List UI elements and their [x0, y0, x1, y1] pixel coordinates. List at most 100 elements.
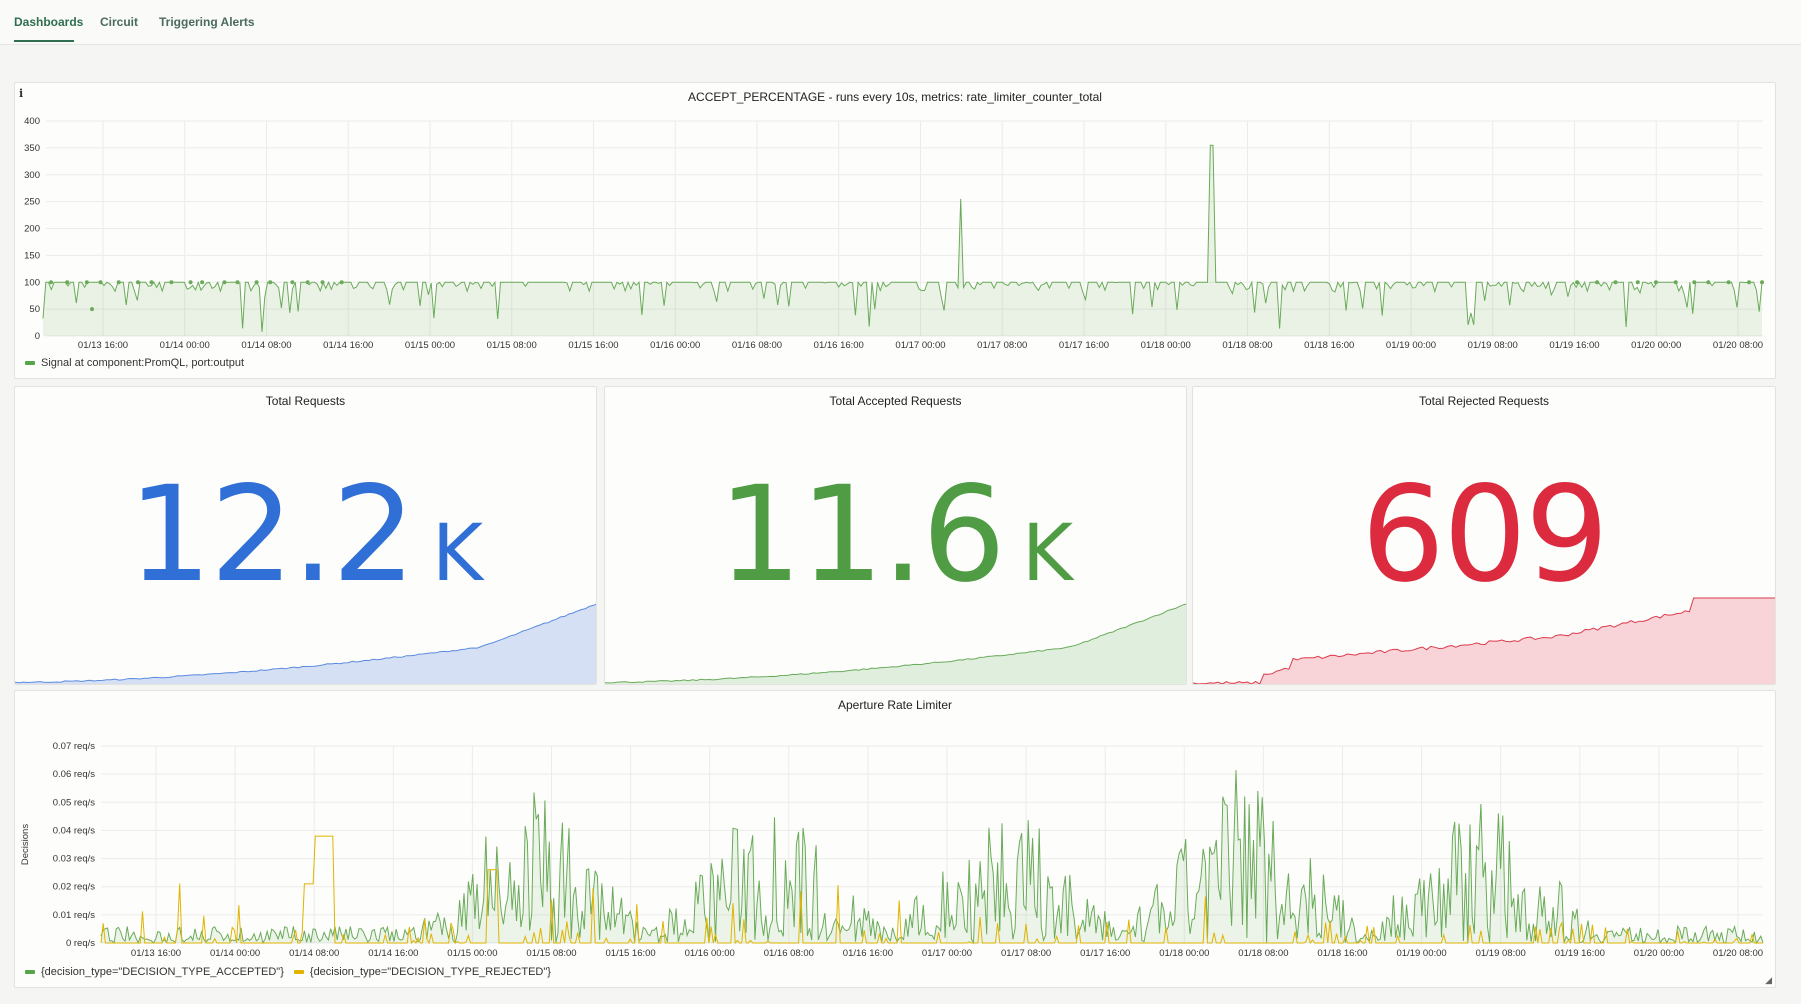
- sparkline-area: [15, 604, 596, 684]
- legend-label: {decision_type="DECISION_TYPE_ACCEPTED"}: [41, 966, 284, 978]
- y-tick-label: 150: [24, 250, 40, 261]
- legend-item-accepted[interactable]: {decision_type="DECISION_TYPE_ACCEPTED"}: [25, 966, 284, 978]
- data-point: [1653, 280, 1658, 285]
- stat-unit: K: [431, 509, 484, 599]
- y-tick-label: 0.01 req/s: [53, 910, 95, 921]
- data-point: [200, 280, 205, 285]
- y-tick-label: 0.03 req/s: [53, 854, 95, 865]
- x-tick-label: 01/18 08:00: [1238, 948, 1288, 959]
- x-tick-label: 01/15 08:00: [526, 948, 576, 959]
- data-point: [169, 280, 174, 285]
- y-tick-label: 0.06 req/s: [53, 769, 95, 780]
- x-tick-label: 01/14 00:00: [160, 340, 210, 351]
- tab-dashboards[interactable]: Dashboards: [14, 15, 83, 29]
- y-tick-label: 0 req/s: [66, 938, 95, 949]
- accepted-area: [101, 770, 1763, 943]
- y-tick-label: 250: [24, 197, 40, 208]
- resize-handle-icon[interactable]: ◢: [1765, 975, 1772, 986]
- data-point: [1595, 280, 1600, 285]
- data-point: [84, 280, 89, 285]
- x-tick-label: 01/17 08:00: [977, 340, 1027, 351]
- legend-label: Signal at component:PromQL, port:output: [41, 357, 245, 369]
- data-point: [254, 280, 259, 285]
- x-tick-label: 01/15 16:00: [568, 340, 618, 351]
- legend-item-rejected[interactable]: {decision_type="DECISION_TYPE_REJECTED"}: [293, 966, 551, 978]
- aperture-rate-limiter-chart: 0 req/s 0.01 req/s 0.02 req/s 0.03 req/s 0.0…: [20, 741, 1764, 959]
- x-tick-label: 01/19 16:00: [1549, 340, 1599, 351]
- x-tick-label: 01/19 16:00: [1555, 948, 1605, 959]
- legend-swatch: [25, 970, 35, 974]
- tab-circuit[interactable]: Circuit: [100, 15, 138, 29]
- data-point: [65, 280, 70, 285]
- x-tick-label: 01/18 00:00: [1141, 340, 1191, 351]
- data-point: [339, 280, 344, 285]
- data-point: [98, 280, 103, 285]
- stat-number: 12.2: [127, 458, 416, 612]
- data-point: [49, 280, 54, 285]
- data-point: [305, 280, 310, 285]
- x-tick-label: 01/16 08:00: [764, 948, 814, 959]
- x-tick-label: 01/16 08:00: [732, 340, 782, 351]
- x-tick-label: 01/16 16:00: [814, 340, 864, 351]
- x-tick-label: 01/14 08:00: [289, 948, 339, 959]
- data-point: [1760, 280, 1764, 285]
- x-tick-label: 01/17 08:00: [1001, 948, 1051, 959]
- x-tick-label: 01/19 00:00: [1386, 340, 1436, 351]
- y-tick-label: 200: [24, 224, 40, 235]
- y-tick-label: 400: [24, 116, 40, 127]
- data-point: [235, 280, 240, 285]
- x-tick-label: 01/18 08:00: [1222, 340, 1272, 351]
- x-tick-label: 01/15 16:00: [606, 948, 656, 959]
- data-point: [290, 280, 295, 285]
- x-tick-label: 01/18 16:00: [1304, 340, 1354, 351]
- x-tick-label: 01/17 16:00: [1059, 340, 1109, 351]
- y-tick-label: 0.02 req/s: [53, 882, 95, 893]
- x-tick-label: 01/19 00:00: [1397, 948, 1447, 959]
- y-tick-label: 100: [24, 277, 40, 288]
- y-tick-label: 0: [35, 331, 40, 342]
- y-tick-label: 0.05 req/s: [53, 797, 95, 808]
- x-tick-label: 01/14 00:00: [210, 948, 260, 959]
- chart-legend[interactable]: {decision_type="DECISION_TYPE_ACCEPTED"}…: [25, 966, 561, 978]
- x-tick-label: 01/18 16:00: [1317, 948, 1367, 959]
- accept-percentage-chart: 0 50 100 150 200 250 300 350 400 01/13 16:00 01/14…: [24, 116, 1764, 351]
- y-tick-label: 0.04 req/s: [53, 825, 95, 836]
- stat-number: 609: [1361, 458, 1609, 612]
- tab-triggering-alerts[interactable]: Triggering Alerts: [159, 15, 255, 29]
- sparkline-area: [605, 604, 1186, 684]
- data-point: [188, 280, 193, 285]
- x-tick-label: 01/13 16:00: [78, 340, 128, 351]
- series-area: [43, 145, 1762, 336]
- x-tick-label: 01/14 16:00: [323, 340, 373, 351]
- data-point: [1613, 280, 1618, 285]
- x-tick-label: 01/16 00:00: [685, 948, 735, 959]
- x-tick-label: 01/17 00:00: [922, 948, 972, 959]
- active-tab-indicator: [14, 40, 74, 42]
- stat-value: 12.2 K: [15, 469, 596, 601]
- y-axis-label: Decisions: [20, 824, 31, 865]
- x-tick-label: 01/14 16:00: [368, 948, 418, 959]
- stat-panel-total-accepted-requests: Total Accepted Requests 11.6 K: [604, 386, 1187, 685]
- x-tick-label: 01/15 00:00: [447, 948, 497, 959]
- dashboard-tabbar: Dashboards Circuit Triggering Alerts: [0, 0, 1801, 45]
- data-point: [116, 280, 121, 285]
- x-tick-label: 01/17 00:00: [895, 340, 945, 351]
- stat-unit: K: [1021, 509, 1074, 599]
- data-point: [222, 280, 227, 285]
- stat-number: 11.6: [717, 458, 1006, 612]
- x-tick-label: 01/20 00:00: [1634, 948, 1684, 959]
- x-tick-label: 01/16 00:00: [650, 340, 700, 351]
- stat-value: 609: [1193, 469, 1775, 601]
- accept-percentage-panel: i ACCEPT_PERCENTAGE - runs every 10s, me…: [14, 82, 1776, 379]
- x-tick-label: 01/19 08:00: [1476, 948, 1526, 959]
- data-point: [149, 280, 154, 285]
- chart-legend[interactable]: Signal at component:PromQL, port:output: [25, 357, 244, 369]
- y-tick-label: 0.07 req/s: [53, 741, 95, 752]
- y-tick-label: 350: [24, 143, 40, 154]
- data-point: [1673, 280, 1678, 285]
- legend-label: {decision_type="DECISION_TYPE_REJECTED"}: [309, 966, 551, 978]
- legend-swatch: [25, 361, 35, 365]
- x-tick-label: 01/19 08:00: [1468, 340, 1518, 351]
- stat-panel-total-rejected-requests: Total Rejected Requests 609: [1192, 386, 1776, 685]
- x-tick-label: 01/14 08:00: [241, 340, 291, 351]
